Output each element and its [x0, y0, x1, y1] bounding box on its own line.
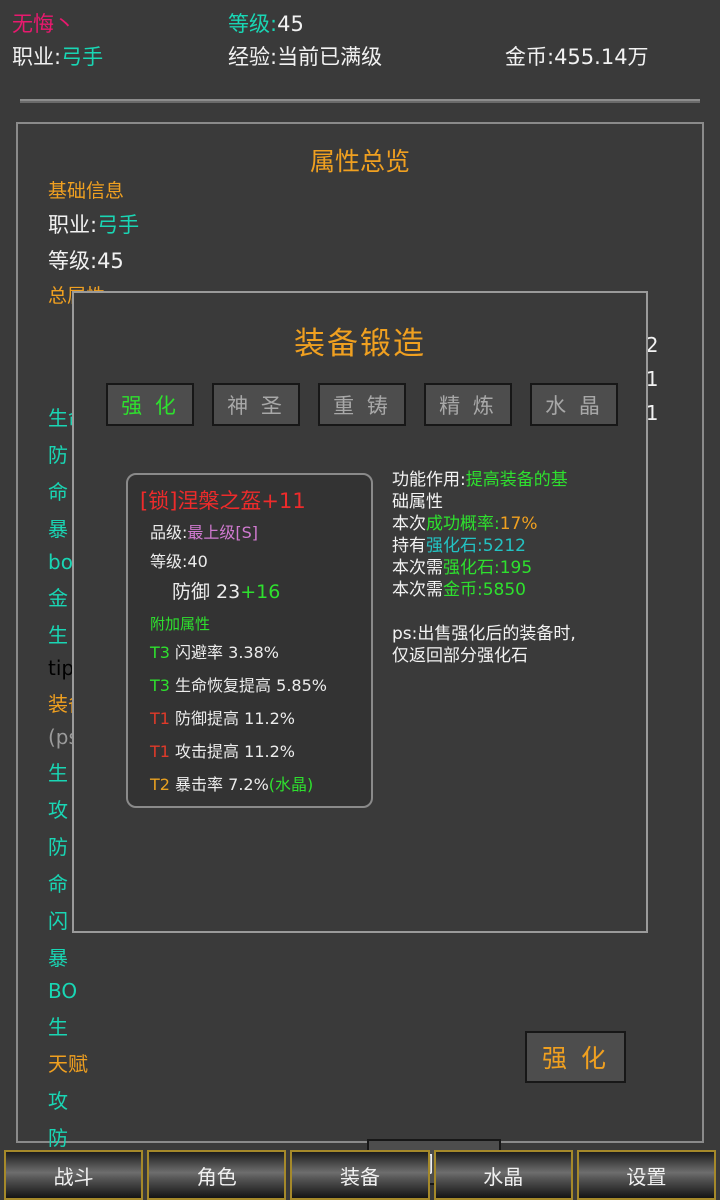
dialog-title: 装备锻造	[294, 326, 426, 362]
forge-tab-0[interactable]: 强 化	[106, 383, 194, 426]
attribute-tier-badge: T1	[150, 742, 176, 761]
item-quality-label: 品级:	[150, 523, 188, 542]
player-job: 职业:弓手	[12, 41, 103, 71]
info-function-value: 提高装备的基	[465, 470, 568, 490]
equipped-item-card[interactable]: [锁]涅槃之盔+11 品级:最上级[S] 等级:40 防御 23+16 附加属性…	[126, 473, 373, 808]
item-attribute-row: T3 闪避率 3.38%	[150, 639, 327, 663]
forge-tab-3[interactable]: 精 炼	[424, 383, 512, 426]
item-level-row: 等级:40	[150, 552, 208, 571]
player-level: 等级:45	[228, 8, 304, 38]
attribute-text: 暴击率 7.2%	[175, 775, 269, 794]
forge-tab-1[interactable]: 神 圣	[212, 383, 300, 426]
info-function-row: 功能作用:提高装备的基	[392, 469, 632, 491]
attribute-tier-badge: T2	[150, 775, 176, 794]
item-attribute-row: T1 攻击提高 11.2%	[150, 738, 327, 762]
occluded-stat-row: BO	[48, 979, 78, 1003]
occluded-stat-row: 生	[48, 1015, 68, 1039]
page-title: 属性总览	[309, 147, 410, 176]
info-need-gold-key: 金币:	[443, 580, 483, 600]
info-need-stones-row: 本次需强化石:195	[392, 557, 632, 579]
attribute-text: 生命恢复提高 5.85%	[175, 676, 327, 695]
forge-tab-4[interactable]: 水 晶	[530, 383, 618, 426]
info-held-prefix: 持有	[392, 536, 426, 556]
forge-action-button[interactable]: 强 化	[525, 1031, 626, 1083]
info-held-value: 5212	[482, 536, 526, 556]
attribute-text: 防御提高 11.2%	[175, 709, 295, 728]
player-level-label: 等级:	[228, 12, 278, 36]
player-level-value: 45	[277, 12, 304, 36]
app-root: 无悔丶 职业:弓手 等级:45 经验:当前已满级 金币:455.14万 属性总览…	[0, 0, 720, 1200]
info-need-gold-prefix: 本次需	[392, 580, 443, 600]
player-gold: 金币:455.14万	[505, 45, 649, 69]
player-job-label: 职业:	[12, 45, 62, 69]
attribute-tier-badge: T1	[150, 709, 176, 728]
bottom-nav-bar: 战斗 角色 装备 水晶 设置	[0, 1150, 720, 1200]
item-defense-label: 防御 23	[172, 581, 241, 603]
panel-job-row: 职业:弓手	[48, 209, 348, 239]
info-rate-prefix: 本次	[392, 514, 426, 534]
attribute-source-tag: (水晶)	[268, 775, 314, 794]
nav-button-4[interactable]: 设置	[576, 1150, 717, 1200]
info-ps-line-1: ps:出售强化后的装备时,	[392, 624, 576, 644]
item-quality-value: 最上级[S]	[187, 523, 259, 542]
info-need-stone-key: 强化石:	[443, 558, 500, 578]
top-status-bar: 无悔丶 职业:弓手 等级:45 经验:当前已满级 金币:455.14万	[0, 0, 720, 100]
info-need-stone-prefix: 本次需	[392, 558, 443, 578]
occluded-stat-row: 防	[48, 1126, 68, 1150]
forge-dialog: 装备锻造 强 化神 圣重 铸精 炼水 晶 [锁]涅槃之盔+11 品级:最上级[S…	[72, 291, 648, 1185]
forge-tab-bar: 强 化神 圣重 铸精 炼水 晶	[106, 383, 618, 426]
item-defense-row: 防御 23+16	[172, 577, 327, 604]
info-function-label: 功能作用:	[392, 470, 466, 490]
attribute-text: 闪避率 3.38%	[175, 643, 279, 662]
info-rate-key: 成功概率:	[426, 514, 500, 534]
nav-button-3[interactable]: 水晶	[433, 1150, 573, 1200]
forge-info-block: 功能作用:提高装备的基 础属性 本次成功概率:17% 持有强化石:5212 本次…	[392, 469, 632, 667]
occluded-stat-row: 攻	[48, 1089, 68, 1113]
info-need-stone-value: 195	[499, 558, 533, 578]
item-defense-bonus: +16	[240, 581, 281, 603]
header-divider	[20, 99, 700, 103]
item-attribute-row: T2 暴击率 7.2%(水晶)	[150, 771, 327, 795]
item-extra-heading: 附加属性	[150, 615, 211, 633]
player-name: 无悔丶	[12, 12, 75, 36]
info-success-rate-row: 本次成功概率:17%	[392, 513, 632, 535]
nav-button-1[interactable]: 角色	[147, 1150, 287, 1200]
forge-tab-2[interactable]: 重 铸	[318, 383, 406, 426]
info-need-gold-row: 本次需金币:5850	[392, 579, 632, 601]
info-need-gold-value: 5850	[482, 580, 526, 600]
info-ps-line-2: 仅返回部分强化石	[392, 646, 528, 666]
panel-job-value: 弓手	[97, 213, 140, 237]
nav-button-0[interactable]: 战斗	[4, 1150, 144, 1200]
attribute-text: 攻击提高 11.2%	[175, 742, 295, 761]
info-held-key: 强化石:	[426, 536, 483, 556]
item-quality-row: 品级:最上级[S]	[150, 519, 327, 543]
player-exp: 经验:当前已满级	[228, 45, 383, 69]
info-held-stones-row: 持有强化石:5212	[392, 535, 632, 557]
panel-job-label: 职业:	[48, 213, 98, 237]
occluded-stat-row: 天赋	[48, 1052, 88, 1076]
item-stat-rows: 品级:最上级[S] 等级:40 防御 23+16 附加属性 T3 闪避率 3.3…	[150, 519, 327, 804]
info-rate-value: 17%	[499, 514, 538, 534]
nav-button-2[interactable]: 装备	[290, 1150, 430, 1200]
item-attribute-row: T3 生命恢复提高 5.85%	[150, 672, 327, 696]
attribute-tier-badge: T3	[150, 643, 176, 662]
info-function-value-cont: 础属性	[392, 492, 443, 512]
player-job-value: 弓手	[61, 45, 104, 69]
occluded-stat-row: 暴	[48, 946, 68, 970]
panel-level-row: 等级:45	[48, 249, 124, 273]
basic-info-heading: 基础信息	[48, 180, 125, 202]
attribute-tier-badge: T3	[150, 676, 176, 695]
item-name: [锁]涅槃之盔+11	[140, 489, 306, 513]
item-attribute-row: T1 防御提高 11.2%	[150, 705, 327, 729]
